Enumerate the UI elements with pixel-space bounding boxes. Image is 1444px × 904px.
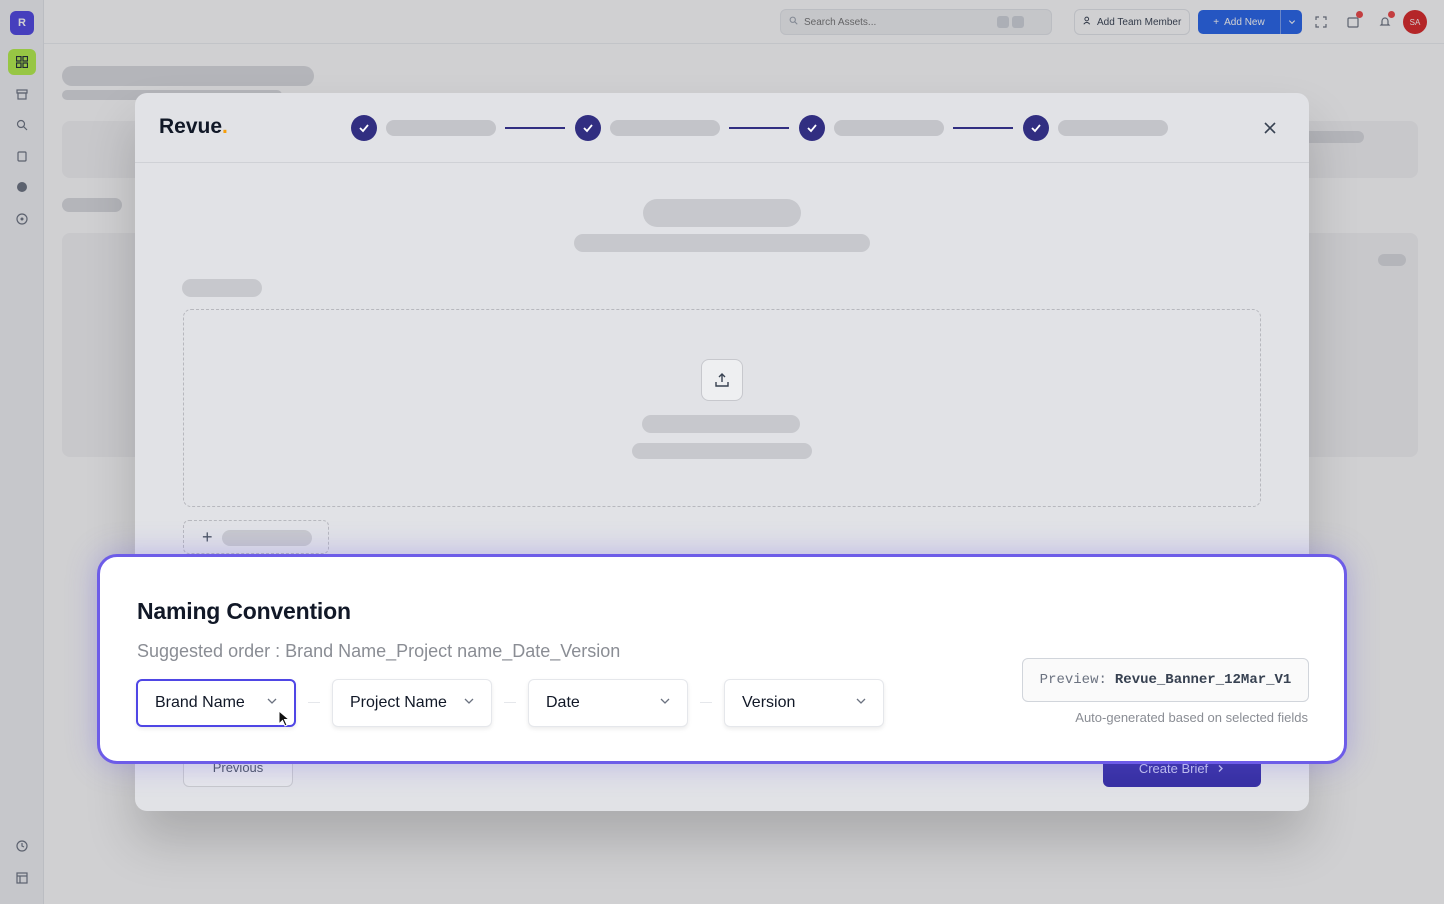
step-complete-icon[interactable] bbox=[575, 115, 601, 141]
project-name-select-value: Project Name bbox=[350, 694, 447, 711]
mouse-cursor-icon bbox=[278, 709, 292, 728]
section-subtitle-skeleton bbox=[574, 234, 870, 252]
project-name-select[interactable]: Project Name bbox=[332, 679, 492, 727]
chevron-down-icon bbox=[659, 694, 671, 712]
chevron-down-icon bbox=[855, 694, 867, 712]
brand-name-select-value: Brand Name bbox=[155, 694, 245, 711]
preview-note: Auto-generated based on selected fields bbox=[1075, 710, 1308, 725]
step-connector bbox=[729, 127, 789, 129]
brand-dot: . bbox=[222, 115, 228, 138]
preview-value: Revue_Banner_12Mar_V1 bbox=[1114, 672, 1292, 688]
step-label-skeleton bbox=[386, 120, 496, 136]
field-separator bbox=[504, 702, 516, 703]
field-label-skeleton bbox=[182, 279, 262, 297]
step-connector bbox=[505, 127, 565, 129]
add-more-button[interactable]: + bbox=[183, 520, 329, 554]
step-label-skeleton bbox=[1058, 120, 1168, 136]
upload-dropzone[interactable] bbox=[183, 309, 1261, 507]
chevron-down-icon bbox=[266, 694, 278, 712]
brand-logo: Revue. bbox=[159, 115, 228, 139]
step-complete-icon[interactable] bbox=[1023, 115, 1049, 141]
brand-name-select[interactable]: Brand Name bbox=[136, 679, 296, 727]
preview-label: Preview: bbox=[1039, 672, 1107, 688]
step-label-skeleton bbox=[834, 120, 944, 136]
brand-name: Revue bbox=[159, 115, 223, 138]
naming-convention-title: Naming Convention bbox=[137, 598, 351, 624]
date-select-value: Date bbox=[546, 694, 580, 711]
upload-text-skeleton bbox=[642, 415, 800, 433]
plus-icon: + bbox=[202, 527, 213, 547]
step-complete-icon[interactable] bbox=[351, 115, 377, 141]
field-separator bbox=[308, 702, 320, 703]
version-select-value: Version bbox=[742, 694, 796, 711]
add-more-label-skeleton bbox=[222, 530, 312, 546]
step-complete-icon[interactable] bbox=[799, 115, 825, 141]
date-select[interactable]: Date bbox=[528, 679, 688, 727]
version-select[interactable]: Version bbox=[724, 679, 884, 727]
field-separator bbox=[700, 702, 712, 703]
naming-convention-card: Naming Convention Suggested order : Bran… bbox=[97, 554, 1347, 764]
wizard-header: Revue. bbox=[135, 93, 1309, 163]
section-title-skeleton bbox=[643, 199, 801, 227]
step-label-skeleton bbox=[610, 120, 720, 136]
filename-preview: Preview: Revue_Banner_12Mar_V1 bbox=[1022, 658, 1309, 702]
close-icon[interactable] bbox=[1259, 117, 1281, 139]
naming-convention-subtitle: Suggested order : Brand Name_Project nam… bbox=[137, 641, 621, 661]
chevron-down-icon bbox=[463, 694, 475, 712]
upload-hint-skeleton bbox=[632, 443, 812, 459]
upload-icon[interactable] bbox=[701, 359, 743, 401]
step-connector bbox=[953, 127, 1013, 129]
